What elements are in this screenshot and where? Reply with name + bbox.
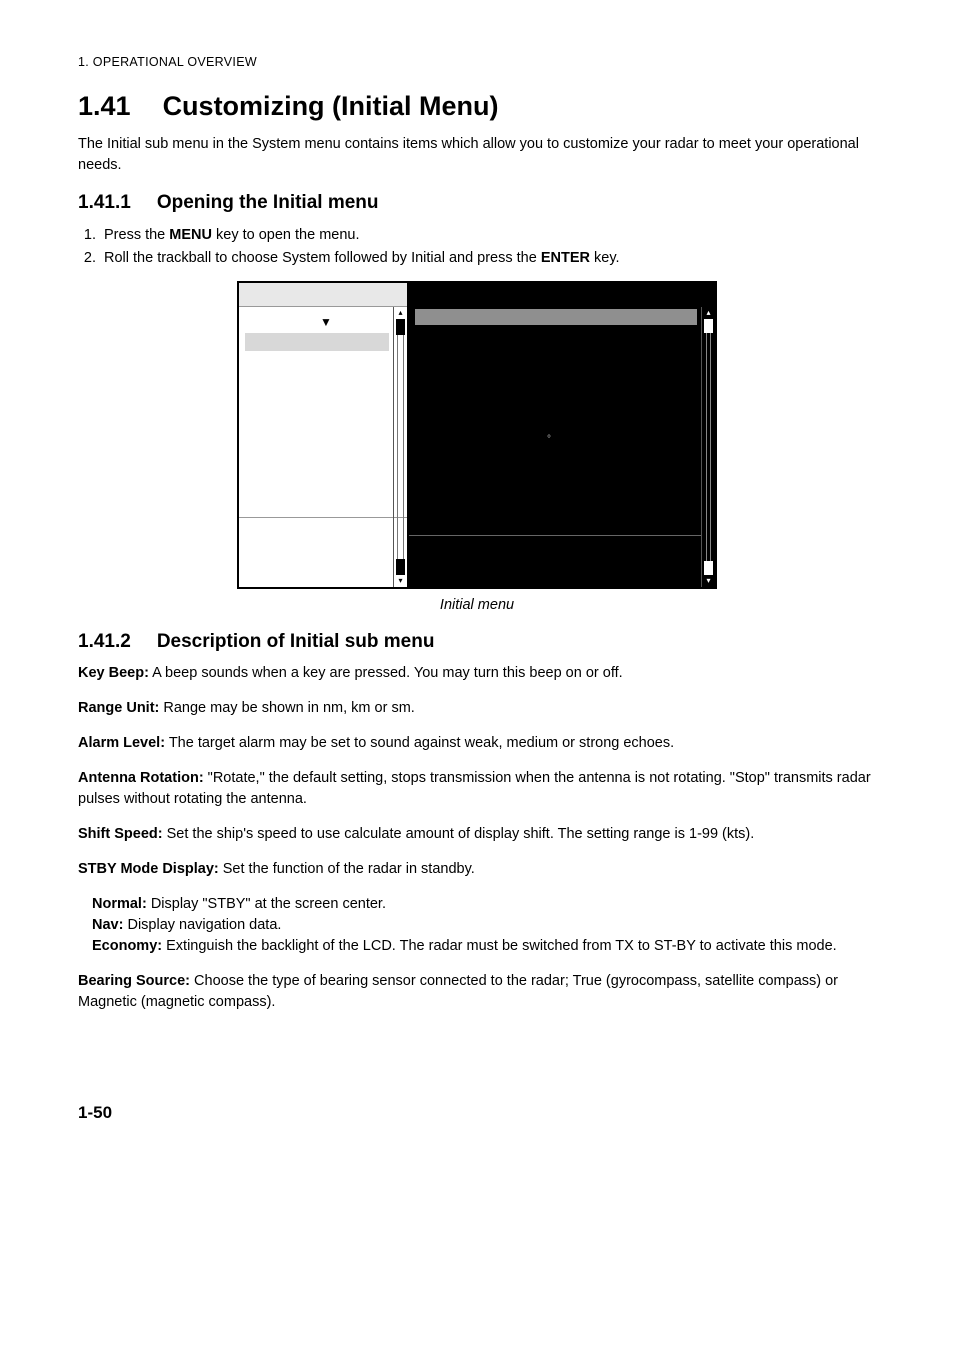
desc-antenna-rotation: Antenna Rotation: "Rotate," the default … (78, 768, 876, 810)
scroll-thumb (704, 561, 713, 575)
subsection-title: Description of Initial sub menu (157, 631, 435, 652)
subsection-title: Opening the Initial menu (157, 192, 379, 213)
desc-text: Choose the type of bearing sensor connec… (78, 973, 838, 1010)
desc-label: Bearing Source: (78, 973, 190, 989)
figure-caption: Initial menu (78, 597, 876, 613)
menu-right-title (411, 283, 715, 307)
desc-bearing-source: Bearing Source: Choose the type of beari… (78, 971, 876, 1013)
desc-shift-speed: Shift Speed: Set the ship's speed to use… (78, 824, 876, 845)
sub-label: Nav: (92, 917, 123, 933)
desc-stby-mode: STBY Mode Display: Set the function of t… (78, 859, 876, 880)
menu-left-items: ▼ (239, 307, 407, 517)
subsection-heading-1: 1.41.1 Opening the Initial menu (78, 192, 876, 214)
desc-key-beep: Key Beep: A beep sounds when a key are p… (78, 663, 876, 684)
step-text: Roll the trackball to choose System foll… (104, 250, 541, 266)
down-arrow-icon: ▼ (245, 311, 407, 333)
step-2: Roll the trackball to choose System foll… (100, 247, 876, 269)
stby-normal: Normal: Display "STBY" at the screen cen… (92, 894, 876, 915)
desc-text: Set the ship's speed to use calculate am… (163, 826, 755, 842)
key-name-enter: ENTER (541, 250, 590, 266)
scroll-down-icon: ▾ (394, 575, 407, 587)
scroll-up-icon: ▴ (702, 307, 715, 319)
scroll-thumb (704, 319, 713, 333)
step-1: Press the MENU key to open the menu. (100, 224, 876, 246)
key-name-menu: MENU (169, 227, 212, 243)
desc-label: Range Unit: (78, 700, 159, 716)
menu-row (417, 448, 709, 465)
stby-nav: Nav: Display navigation data. (92, 915, 876, 936)
desc-label: Shift Speed: (78, 826, 163, 842)
steps-list: Press the MENU key to open the menu. Rol… (78, 224, 876, 269)
menu-left-pane: ▼ ▴ ▾ (239, 283, 409, 587)
desc-text: Range may be shown in nm, km or sm. (159, 700, 414, 716)
scroll-track (394, 319, 407, 575)
intro-paragraph: The Initial sub menu in the System menu … (78, 134, 876, 176)
subsection-number: 1.41.2 (78, 631, 131, 653)
step-text: Press the (104, 227, 169, 243)
section-title: Customizing (Initial Menu) (163, 91, 499, 121)
menu-right-highlight (415, 309, 697, 325)
scroll-line (397, 335, 404, 575)
desc-label: Key Beep: (78, 665, 149, 681)
menu-row (417, 397, 709, 414)
desc-label: Antenna Rotation: (78, 770, 204, 786)
subsection-heading-2: 1.41.2 Description of Initial sub menu (78, 631, 876, 653)
menu-left-title-bar (239, 283, 407, 307)
desc-range-unit: Range Unit: Range may be shown in nm, km… (78, 698, 876, 719)
menu-left-highlight (245, 333, 389, 351)
menu-row (417, 380, 709, 397)
scrollbar-left: ▴ ▾ (393, 307, 407, 587)
desc-text: A beep sounds when a key are pressed. Yo… (149, 665, 623, 681)
scroll-track (702, 319, 715, 575)
page-number: 1-50 (78, 1103, 876, 1123)
desc-label: STBY Mode Display: (78, 861, 219, 877)
menu-row (417, 329, 709, 346)
menu-right-help (409, 535, 701, 587)
stby-sub-options: Normal: Display "STBY" at the screen cen… (92, 894, 876, 957)
step-text: key to open the menu. (212, 227, 360, 243)
section-heading-1: 1.41 Customizing (Initial Menu) (78, 91, 876, 122)
desc-alarm-level: Alarm Level: The target alarm may be set… (78, 733, 876, 754)
menu-screenshot: ▼ ▴ ▾ (237, 281, 717, 589)
menu-row (417, 346, 709, 363)
sub-text: Display "STBY" at the screen center. (147, 896, 386, 912)
sub-text: Display navigation data. (123, 917, 281, 933)
subsection-number: 1.41.1 (78, 192, 131, 214)
stby-economy: Economy: Extinguish the backlight of the… (92, 936, 876, 957)
scroll-thumb (396, 559, 405, 575)
desc-text: Set the function of the radar in standby… (219, 861, 475, 877)
section-number: 1.41 (78, 91, 131, 122)
scroll-up-icon: ▴ (394, 307, 407, 319)
menu-row (417, 414, 709, 431)
sub-text: Extinguish the backlight of the LCD. The… (162, 938, 837, 954)
sub-label: Normal: (92, 896, 147, 912)
figure-initial-menu: ▼ ▴ ▾ (78, 281, 876, 589)
desc-label: Alarm Level: (78, 735, 165, 751)
step-text: key. (590, 250, 620, 266)
menu-right-pane: ° ▴ ▾ (409, 283, 715, 587)
menu-row (417, 363, 709, 380)
sub-label: Economy: (92, 938, 162, 954)
scroll-thumb (396, 319, 405, 335)
menu-left-lower (239, 517, 407, 587)
desc-text: The target alarm may be set to sound aga… (165, 735, 674, 751)
running-header: 1. OPERATIONAL OVERVIEW (78, 55, 876, 69)
menu-row: ° (417, 431, 709, 448)
scroll-down-icon: ▾ (702, 575, 715, 587)
scrollbar-right: ▴ ▾ (701, 307, 715, 587)
scroll-line (706, 333, 711, 561)
menu-right-rows: ° (411, 329, 715, 465)
